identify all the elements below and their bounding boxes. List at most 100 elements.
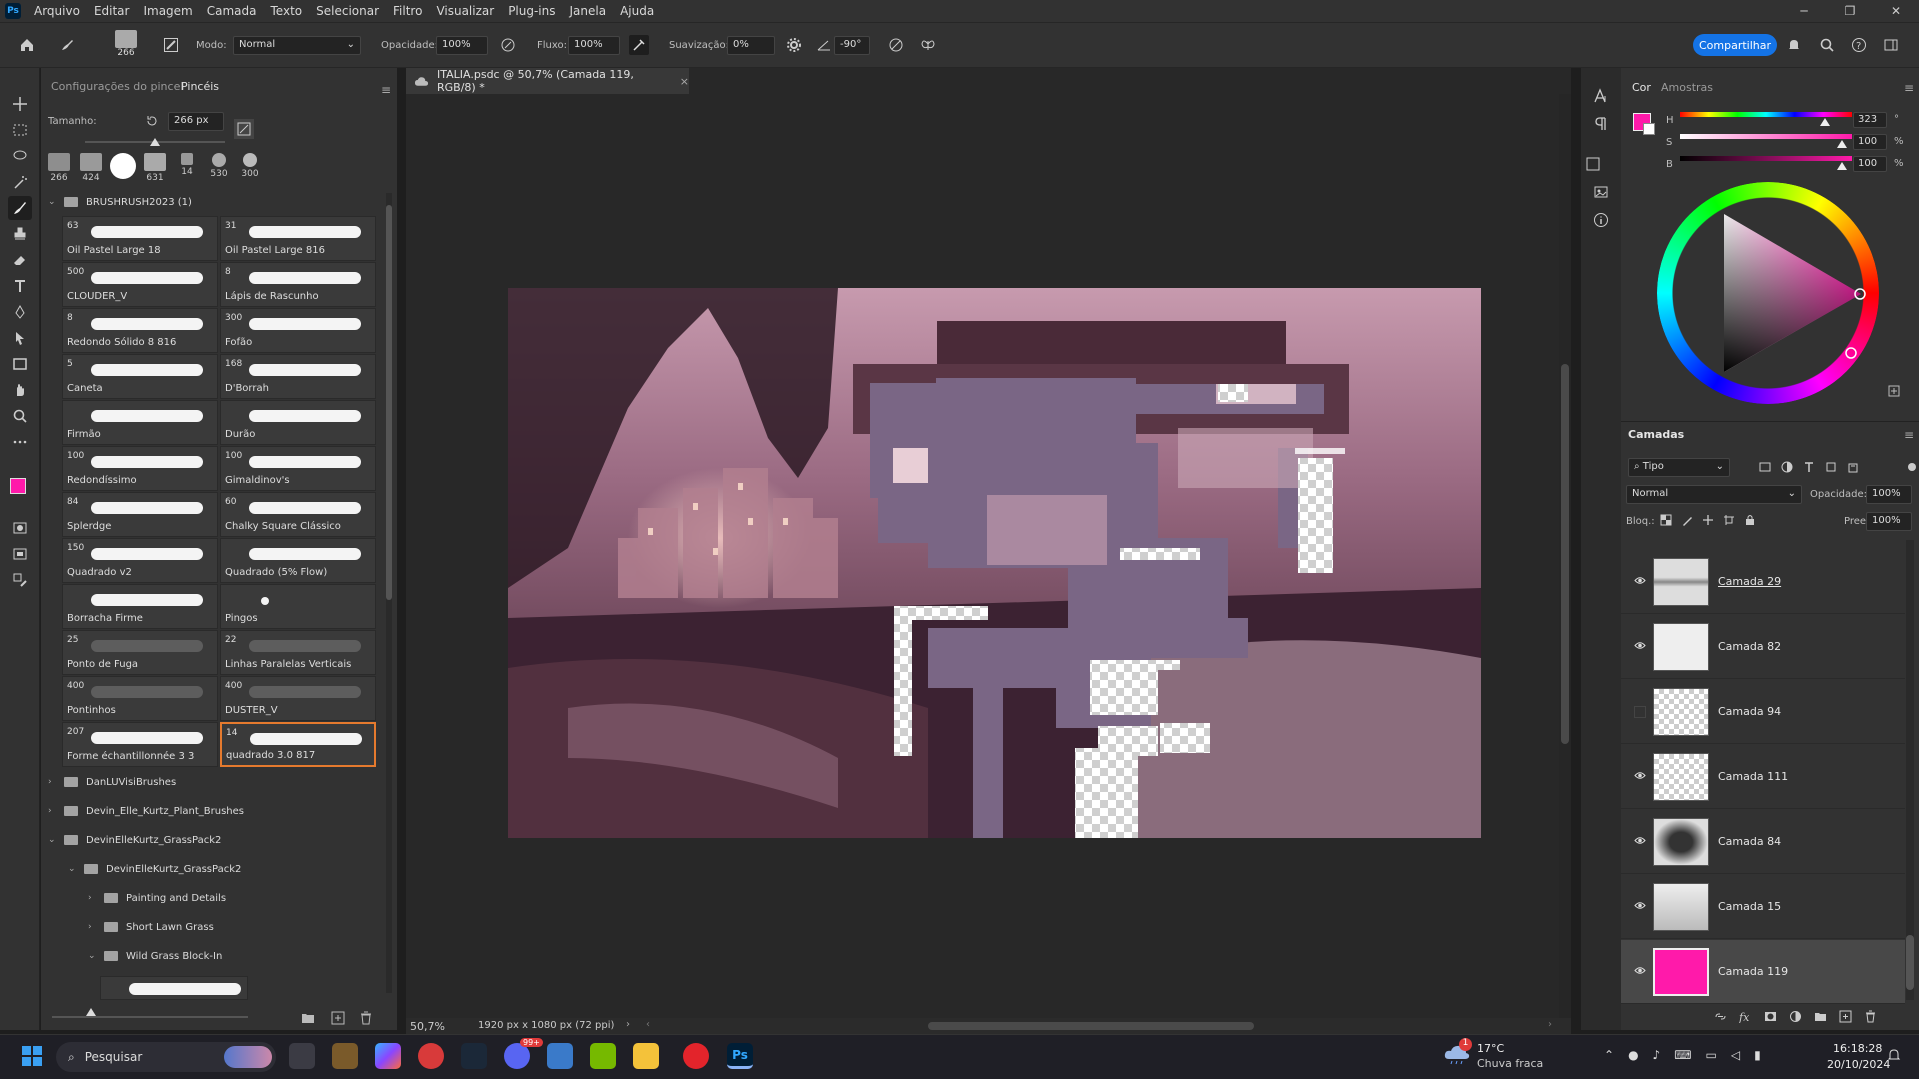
hue-input[interactable]: 323 [1853,112,1887,128]
saturation-slider[interactable] [1680,134,1852,139]
clock-time[interactable]: 16:18:28 [1833,1042,1882,1055]
close-tab-icon[interactable]: × [680,75,689,88]
pixel-filter-icon[interactable] [1759,461,1771,473]
lock-all-icon[interactable] [1744,514,1756,526]
document-tab[interactable]: ITALIA.psdc @ 50,7% (Camada 119, RGB/8) … [406,68,689,94]
layer-mask-icon[interactable] [1764,1010,1777,1023]
layer-row[interactable]: Camada 94 [1621,680,1905,744]
pen-tool-icon[interactable] [8,300,32,324]
brush-preset[interactable]: 400 Pontinhos [62,676,218,721]
filter-toggle[interactable] [1908,463,1916,471]
brush-preset[interactable] [100,976,248,1000]
brush-preset[interactable]: 22 Linhas Paralelas Verticais [220,630,376,675]
brush-preset[interactable]: 150 Quadrado v2 [62,538,218,583]
taskbar-app-icon[interactable] [418,1043,444,1069]
chevron-down-icon[interactable]: ⌄ [88,951,100,961]
tab-brushes[interactable]: Pincéis [181,80,219,93]
chevron-right-icon[interactable]: › [48,777,60,787]
eraser-tool-icon[interactable] [8,248,32,272]
brush-preset[interactable]: Pingos [220,584,376,629]
thumbnail-slider-thumb[interactable] [86,1008,96,1016]
brush-preset[interactable]: Borracha Firme [62,584,218,629]
symmetry-butterfly-icon[interactable] [918,35,938,55]
brush-folder[interactable]: › Painting and Details [88,888,226,908]
menu-editar[interactable]: Editar [87,4,137,18]
brush-preset[interactable]: 400 DUSTER_V [220,676,376,721]
battery-icon[interactable]: ▮ [1754,1048,1761,1062]
brush-preset[interactable]: 25 Ponto de Fuga [62,630,218,675]
chevron-down-icon[interactable]: ⌄ [68,864,80,874]
eye-icon[interactable] [1634,771,1646,780]
move-tool-icon[interactable] [8,92,32,116]
windows-start-icon[interactable] [21,1045,43,1067]
reset-size-icon[interactable] [142,111,162,131]
eye-icon[interactable] [1634,576,1646,585]
pressure-size-icon[interactable] [886,35,906,55]
tab-brush-settings[interactable]: Configurações do pincel [51,80,183,93]
chevron-up-icon[interactable]: ⌃ [1604,1048,1614,1062]
new-layer-icon[interactable] [1839,1010,1852,1023]
brightness-slider-thumb[interactable] [1837,162,1847,170]
brush-preset[interactable]: 8 Redondo Sólido 8 816 [62,308,218,353]
preset-brush[interactable] [109,153,137,183]
restore-icon[interactable]: ❐ [1827,0,1873,22]
preset-brush[interactable]: 266 [45,153,73,183]
brightness-input[interactable]: 100 [1853,156,1887,172]
document-canvas[interactable] [508,288,1481,838]
paragraph-panel-icon[interactable] [1591,114,1611,134]
layer-row[interactable]: Camada 84 [1621,810,1905,874]
tab-layers[interactable]: Camadas [1628,428,1684,441]
notepad-icon[interactable] [547,1043,573,1069]
menu-filtro[interactable]: Filtro [386,4,429,18]
edit-toolbar-icon[interactable] [8,568,32,592]
type-tool-icon[interactable] [8,274,32,298]
brush-group-header[interactable]: ⌄ BRUSHRUSH2023 (1) [48,192,192,212]
menu-visualizar[interactable]: Visualizar [429,4,501,18]
hand-tool-icon[interactable] [8,378,32,402]
preset-brush[interactable]: 631 [141,153,169,183]
brush-preset[interactable]: 60 Chalky Square Clássico [220,492,376,537]
brush-folder[interactable]: › Devin_Elle_Kurtz_Plant_Brushes [48,801,244,821]
adjustment-filter-icon[interactable] [1781,461,1793,473]
taskbar-app-icon[interactable] [332,1043,358,1069]
brush-preset[interactable]: Quadrado (5% Flow) [220,538,376,583]
volume-icon[interactable]: ◁ [1731,1048,1740,1062]
saturation-slider-thumb[interactable] [1837,140,1847,148]
menu-plugins[interactable]: Plug-ins [501,4,562,18]
preset-brush[interactable]: 424 [77,153,105,183]
eye-icon[interactable] [1634,966,1646,975]
scroll-left-icon[interactable]: ‹ [646,1019,650,1030]
brush-preset[interactable]: 168 D'Borrah [220,354,376,399]
menu-camada[interactable]: Camada [200,4,264,18]
share-button[interactable]: Compartilhar [1693,34,1777,56]
opacity-input[interactable]: 100% [436,36,488,55]
brush-folder[interactable]: ⌄ Wild Grass Block-In [88,946,222,966]
brush-preset[interactable]: 100 Redondíssimo [62,446,218,491]
rectangle-tool-icon[interactable] [8,352,32,376]
adjustment-layer-icon[interactable] [1789,1010,1802,1023]
panel-group-icon[interactable] [1583,154,1603,174]
brush-preset[interactable]: 5 Caneta [62,354,218,399]
task-view-icon[interactable] [289,1043,315,1069]
canvas-vertical-scrollbar[interactable] [1559,94,1571,1018]
brush-preset[interactable]: 8 Lápis de Rascunho [220,262,376,307]
foreground-color-swatch[interactable] [10,478,26,494]
brush-preset[interactable]: 207 Forme échantillonnée 3 3 [62,722,218,767]
close-window-icon[interactable]: ✕ [1873,0,1919,22]
brush-preset[interactable]: 300 Fofão [220,308,376,353]
help-icon[interactable]: ? [1849,35,1869,55]
preset-brush[interactable]: 530 [205,153,233,183]
brightness-slider[interactable] [1680,156,1852,161]
saturation-triangle[interactable] [1657,182,1879,404]
blend-mode-select[interactable]: Normal ⌄ [1626,485,1802,504]
panel-menu-icon[interactable]: ≡ [381,83,391,97]
canvas-horizontal-scrollbar[interactable] [928,1022,1254,1030]
brush-preset[interactable]: 100 Gimaldinov's [220,446,376,491]
new-preset-icon[interactable] [328,1008,348,1028]
group-folder-icon[interactable] [1814,1010,1827,1023]
mode-select[interactable]: Normal ⌄ [233,36,361,55]
lock-pixels-icon[interactable] [1681,514,1693,526]
hue-slider-thumb[interactable] [1820,118,1830,126]
expand-icon[interactable] [1884,381,1904,401]
lock-transparency-icon[interactable] [1660,514,1672,526]
